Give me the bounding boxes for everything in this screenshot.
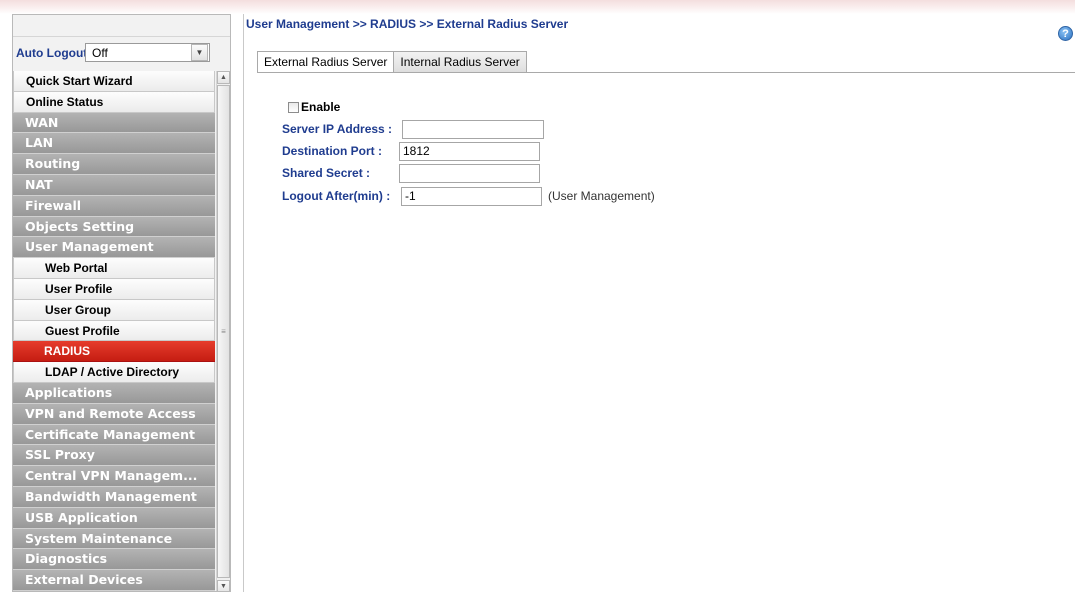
enable-checkbox[interactable]	[288, 101, 299, 113]
sidebar-item-ldap-active-directory[interactable]: LDAP / Active Directory	[13, 362, 215, 383]
destination-port-label: Destination Port :	[282, 144, 383, 158]
sidebar-item-system-maintenance[interactable]: System Maintenance	[13, 528, 215, 550]
sidebar-item-user-management[interactable]: User Management	[13, 237, 215, 259]
auto-logout-row: Auto Logout : Off ▼	[13, 42, 230, 64]
sidebar-menu: Quick Start Wizard Online Status WAN LAN Rou…	[13, 71, 215, 591]
breadcrumb: User Management >> RADIUS >> External Ra…	[246, 17, 569, 31]
logout-after-label: Logout After(min) :	[282, 189, 391, 203]
scroll-up-icon[interactable]: ▲	[217, 71, 230, 84]
sidebar-item-web-portal[interactable]: Web Portal	[13, 258, 215, 279]
tab-divider	[257, 72, 1075, 73]
scroll-thumb[interactable]: ≡	[217, 85, 230, 578]
sidebar: Auto Logout : Off ▼ Quick Start Wizard On…	[12, 14, 231, 592]
sidebar-item-nat[interactable]: NAT	[13, 174, 215, 196]
chevron-down-icon[interactable]: ▼	[191, 44, 208, 61]
destination-port-input[interactable]: 1812	[399, 142, 540, 161]
sidebar-item-guest-profile[interactable]: Guest Profile	[13, 320, 215, 342]
top-accent-bar	[0, 0, 1075, 14]
sidebar-item-online-status[interactable]: Online Status	[13, 91, 215, 113]
sidebar-item-firewall[interactable]: Firewall	[13, 195, 215, 217]
sidebar-item-user-group[interactable]: User Group	[13, 299, 215, 321]
scroll-down-icon[interactable]: ▼	[217, 580, 230, 591]
auto-logout-select[interactable]: Off ▼	[85, 43, 210, 62]
main-panel: User Management >> RADIUS >> External Ra…	[243, 14, 1075, 592]
sidebar-header	[13, 15, 230, 37]
sidebar-item-vpn-and-remote-access[interactable]: VPN and Remote Access	[13, 403, 215, 425]
logout-after-input[interactable]: -1	[401, 187, 542, 206]
auto-logout-value: Off	[92, 45, 108, 60]
tab-internal-radius-server[interactable]: Internal Radius Server	[394, 51, 527, 72]
sidebar-item-applications[interactable]: Applications	[13, 382, 215, 404]
sidebar-item-objects-setting[interactable]: Objects Setting	[13, 216, 215, 238]
sidebar-scrollbar[interactable]: ▲ ≡ ▼	[216, 71, 230, 591]
sidebar-item-ssl-proxy[interactable]: SSL Proxy	[13, 445, 215, 467]
sidebar-item-usb-application[interactable]: USB Application	[13, 507, 215, 529]
logout-after-hint: (User Management)	[548, 189, 655, 203]
enable-row: Enable	[288, 100, 340, 114]
help-icon[interactable]: ?	[1058, 26, 1073, 41]
sidebar-item-diagnostics[interactable]: Diagnostics	[13, 549, 215, 571]
shared-secret-label: Shared Secret :	[282, 166, 371, 180]
auto-logout-label: Auto Logout :	[16, 46, 95, 60]
sidebar-item-bandwidth-management[interactable]: Bandwidth Management	[13, 486, 215, 508]
sidebar-item-lan[interactable]: LAN	[13, 133, 215, 155]
sidebar-item-quick-start-wizard[interactable]: Quick Start Wizard	[13, 71, 215, 92]
sidebar-item-external-devices[interactable]: External Devices	[13, 570, 215, 591]
tab-bar: External Radius Server Internal Radius S…	[257, 51, 527, 72]
sidebar-item-central-vpn-managem[interactable]: Central VPN Managem...	[13, 466, 215, 487]
tab-external-radius-server[interactable]: External Radius Server	[257, 51, 395, 72]
enable-label: Enable	[301, 100, 341, 114]
shared-secret-input[interactable]	[399, 164, 540, 183]
sidebar-item-routing[interactable]: Routing	[13, 154, 215, 175]
server-ip-label: Server IP Address :	[282, 122, 393, 136]
server-ip-input[interactable]	[402, 120, 544, 139]
sidebar-item-user-profile[interactable]: User Profile	[13, 278, 215, 300]
sidebar-item-certificate-management[interactable]: Certificate Management	[13, 424, 215, 446]
sidebar-item-wan[interactable]: WAN	[13, 112, 215, 134]
sidebar-item-radius[interactable]: RADIUS	[13, 341, 215, 363]
